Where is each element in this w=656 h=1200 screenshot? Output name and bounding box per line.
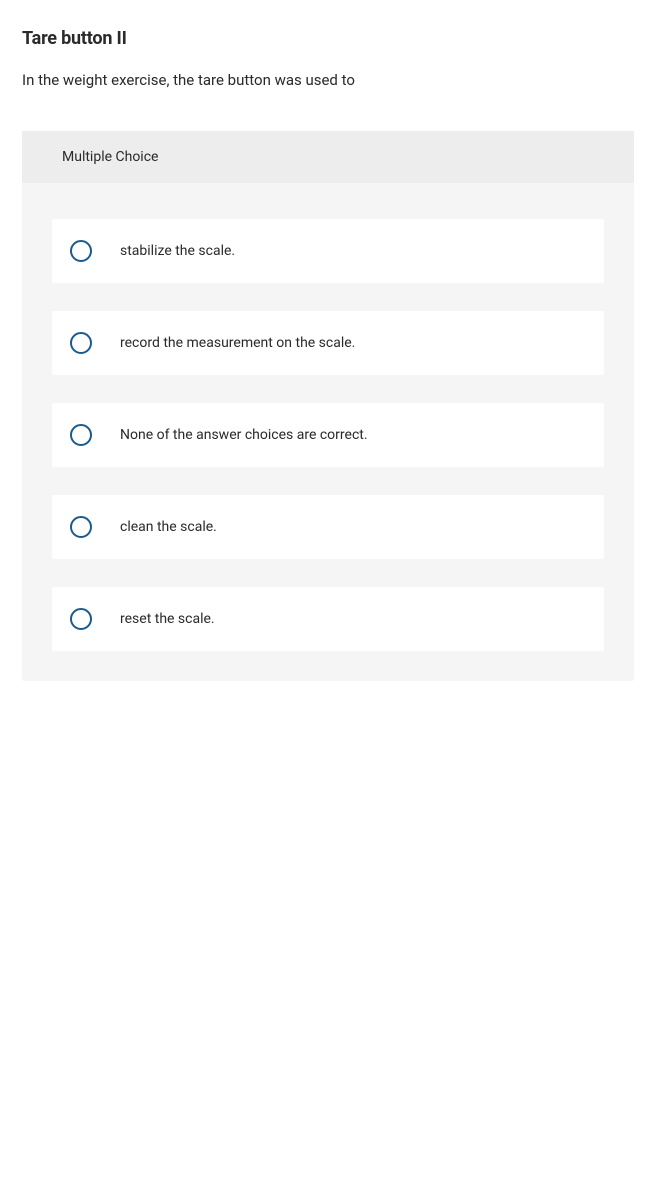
radio-icon <box>70 516 92 538</box>
option-text: None of the answer choices are correct. <box>120 427 368 443</box>
radio-icon <box>70 332 92 354</box>
option-row-0[interactable]: stabilize the scale. <box>52 219 604 283</box>
question-type-label: Multiple Choice <box>22 131 634 183</box>
option-text: reset the scale. <box>120 611 215 627</box>
multiple-choice-container: Multiple Choice stabilize the scale. rec… <box>22 131 634 681</box>
question-text: In the weight exercise, the tare button … <box>22 71 634 89</box>
option-row-4[interactable]: reset the scale. <box>52 587 604 651</box>
option-text: stabilize the scale. <box>120 243 235 259</box>
radio-icon <box>70 424 92 446</box>
question-title: Tare button II <box>22 28 634 49</box>
option-text: clean the scale. <box>120 519 217 535</box>
radio-icon <box>70 608 92 630</box>
options-wrapper: stabilize the scale. record the measurem… <box>22 183 634 651</box>
option-row-2[interactable]: None of the answer choices are correct. <box>52 403 604 467</box>
option-row-1[interactable]: record the measurement on the scale. <box>52 311 604 375</box>
option-row-3[interactable]: clean the scale. <box>52 495 604 559</box>
option-text: record the measurement on the scale. <box>120 335 355 351</box>
radio-icon <box>70 240 92 262</box>
